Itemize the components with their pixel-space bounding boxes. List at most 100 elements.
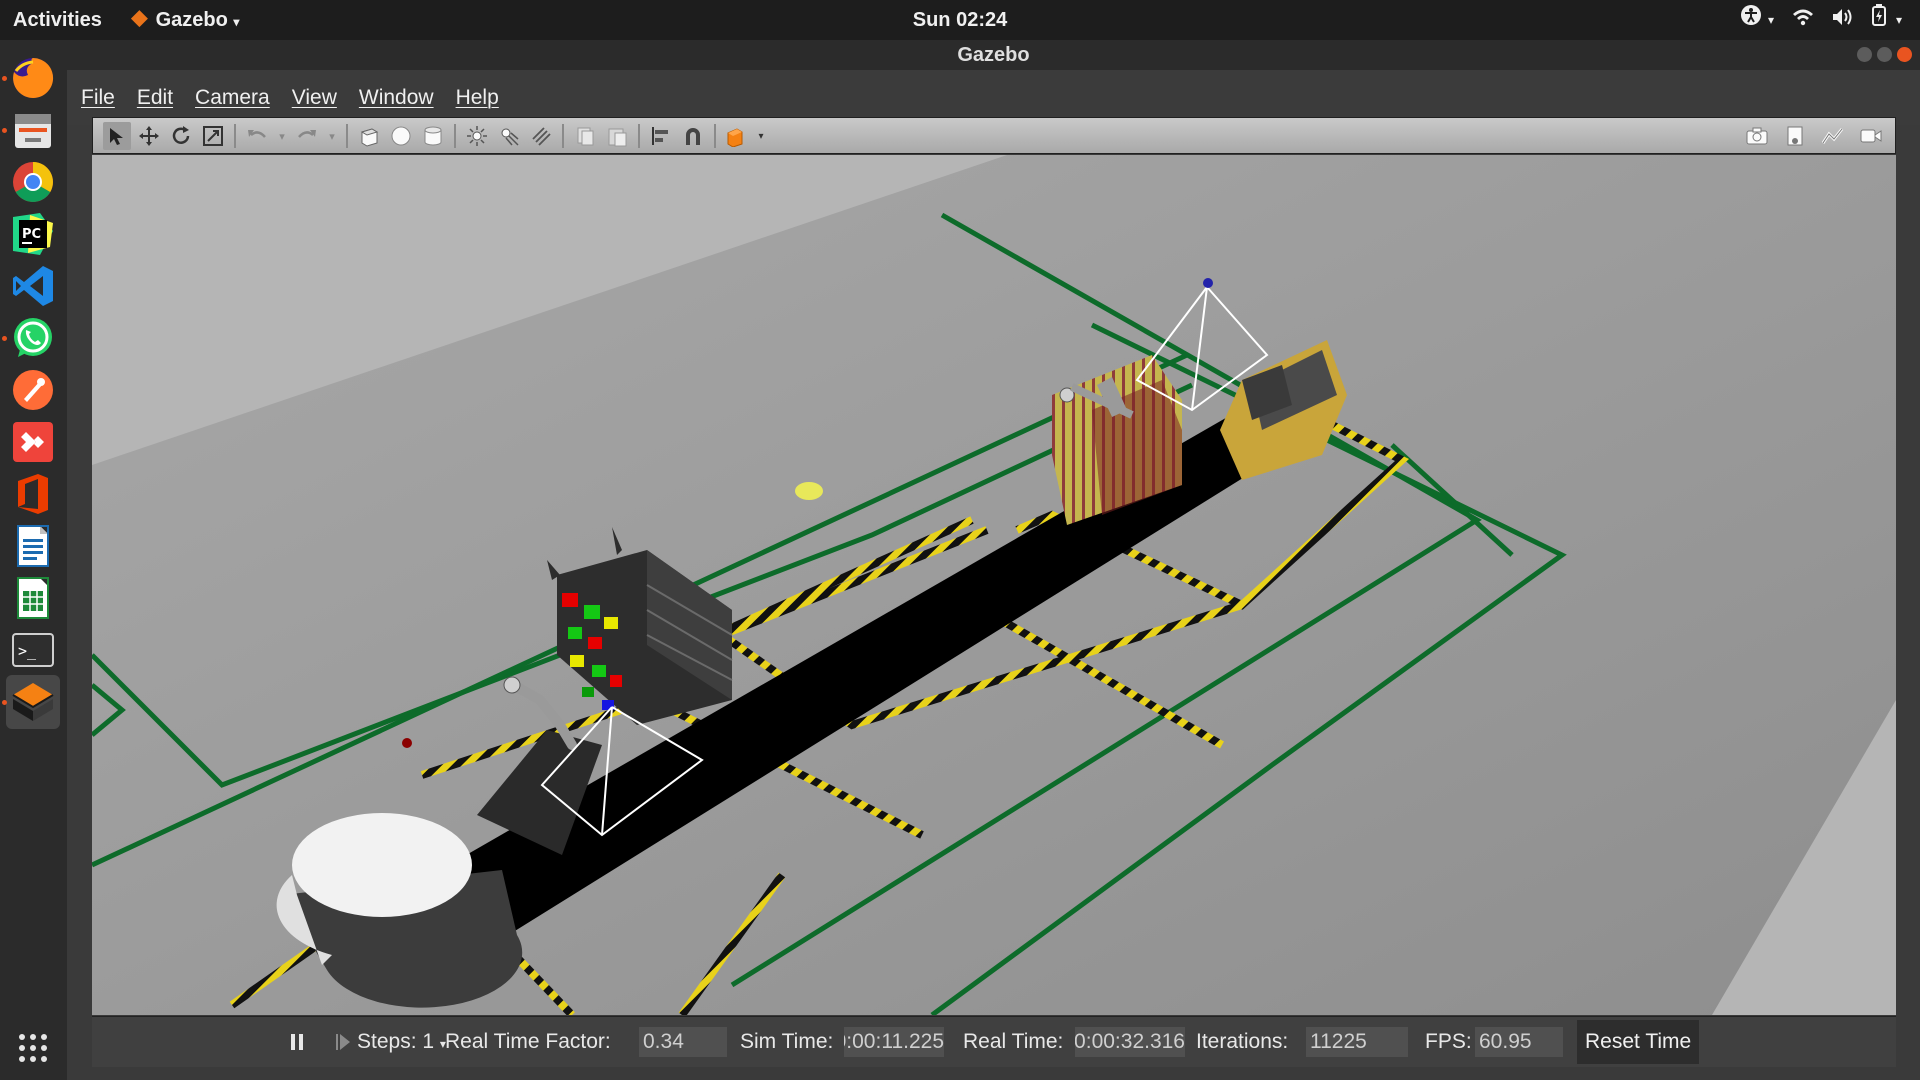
toolbar-separator [454,124,456,148]
dock-item-pycharm[interactable]: PC [6,207,60,261]
minimize-button[interactable] [1857,47,1872,62]
clock[interactable]: Sun 02:24 [913,9,1007,31]
dock-item-writer[interactable] [6,519,60,573]
step-button[interactable] [335,1017,351,1067]
menu-view[interactable]: View [292,86,337,110]
log-data-button[interactable] [1781,122,1809,150]
menu-help[interactable]: Help [456,86,499,110]
top-bar: Activities Gazebo ▾ Sun 02:24 ▾ ▾ [0,0,1920,40]
insert-box-button[interactable] [355,122,383,150]
align-button[interactable] [647,122,675,150]
sim-time-label: Sim Time: [740,1030,834,1053]
copy-button[interactable] [571,122,599,150]
plot-button[interactable] [1819,122,1847,150]
view-cube-icon [727,128,743,147]
select-mode-button[interactable] [103,122,131,150]
undo-button[interactable] [243,122,271,150]
close-button[interactable] [1897,47,1912,62]
log-icon [1787,126,1803,146]
running-indicator [2,127,7,133]
toolbar-separator [638,124,640,148]
window-title: Gazebo [957,44,1030,66]
sim-time-field: 00:00:11.225 [844,1027,944,1057]
pycharm-icon: PC [13,213,53,255]
translate-mode-button[interactable] [135,122,163,150]
plot-icon [1822,128,1844,144]
redo-history-button[interactable]: ▾ [325,122,339,150]
rotate-mode-button[interactable] [167,122,195,150]
pause-icon [291,1034,303,1051]
align-icon [652,127,668,145]
real-time-field: 00:00:32.316 [1075,1027,1185,1057]
change-view-dropdown[interactable]: ▾ [755,122,767,150]
spot-light-button[interactable] [495,122,523,150]
video-camera-icon [1860,129,1882,143]
firefox-icon [13,57,54,98]
svg-text:PC: PC [22,227,41,242]
dock-item-chrome[interactable] [6,155,60,209]
terminal-icon: >_ [12,633,54,667]
app-menu-label: Gazebo [155,9,228,31]
insert-sphere-button[interactable] [387,122,415,150]
fps-label: FPS: [1425,1030,1472,1053]
insert-cylinder-button[interactable] [419,122,447,150]
status-bar: Steps: 1 ▾ Real Time Factor: 0.34 Sim Ti… [92,1016,1896,1067]
screenshot-button[interactable] [1743,122,1771,150]
app-menu[interactable]: Gazebo ▾ [130,0,240,40]
chevron-down-icon: ▾ [233,15,240,29]
running-indicator [2,75,7,81]
dock-item-terminal[interactable]: >_ [6,623,60,677]
menu-edit[interactable]: Edit [137,86,173,110]
battery-icon[interactable] [1871,0,1886,40]
redo-button[interactable] [293,122,321,150]
maximize-button[interactable] [1877,47,1892,62]
volume-icon[interactable] [1832,0,1854,40]
accessibility-icon[interactable] [1740,0,1762,40]
paste-button[interactable] [603,122,631,150]
dock-item-vscode[interactable] [6,259,60,313]
arrow-pointer-icon [110,128,123,145]
steps-dropdown[interactable]: Steps: 1 ▾ [357,1017,446,1067]
window-titlebar[interactable]: Gazebo [67,40,1920,70]
chevron-down-icon: ▾ [758,130,764,142]
wifi-icon[interactable] [1792,0,1814,40]
menu-file[interactable]: File [81,86,115,110]
menu-window[interactable]: Window [359,86,434,110]
steps-label: Steps: 1 [357,1030,435,1053]
dock-item-gazebo[interactable] [2,675,60,729]
menu-camera[interactable]: Camera [195,86,270,110]
undo-history-button[interactable]: ▾ [275,122,289,150]
running-indicator [2,335,7,341]
3d-viewport[interactable] [92,155,1896,1015]
chevron-down-icon: ▾ [279,129,285,143]
dock-item-calc[interactable] [6,571,60,625]
point-light-icon [467,126,487,146]
sphere-icon [391,126,411,146]
pause-button[interactable] [290,1017,304,1067]
fps-field: 60.95 [1475,1027,1563,1057]
directional-light-button[interactable] [527,122,555,150]
dock-item-anydesk[interactable] [6,415,60,469]
show-applications-button[interactable] [6,1021,60,1075]
step-icon [336,1034,350,1051]
scale-mode-button[interactable] [199,122,227,150]
point-light-button[interactable] [463,122,491,150]
record-video-button[interactable] [1857,122,1885,150]
move-icon [139,126,159,146]
rotate-icon [172,126,190,144]
system-tray[interactable]: ▾ ▾ [1740,0,1902,40]
snap-button[interactable] [679,122,707,150]
reset-time-button[interactable]: Reset Time [1577,1020,1700,1064]
dock-item-files[interactable] [2,103,60,157]
svg-text:>_: >_ [18,642,37,660]
activities-button[interactable]: Activities [13,0,102,40]
redo-icon [298,130,316,138]
change-view-button[interactable] [723,122,751,150]
dock-item-firefox[interactable] [2,51,60,105]
gazebo-app-icon [130,10,148,28]
dock-item-whatsapp[interactable] [2,311,60,365]
dock-item-office[interactable] [6,467,60,521]
dock-item-postman[interactable] [6,363,60,417]
toolbar-separator [562,124,564,148]
chevron-down-icon: ▾ [1767,13,1774,27]
